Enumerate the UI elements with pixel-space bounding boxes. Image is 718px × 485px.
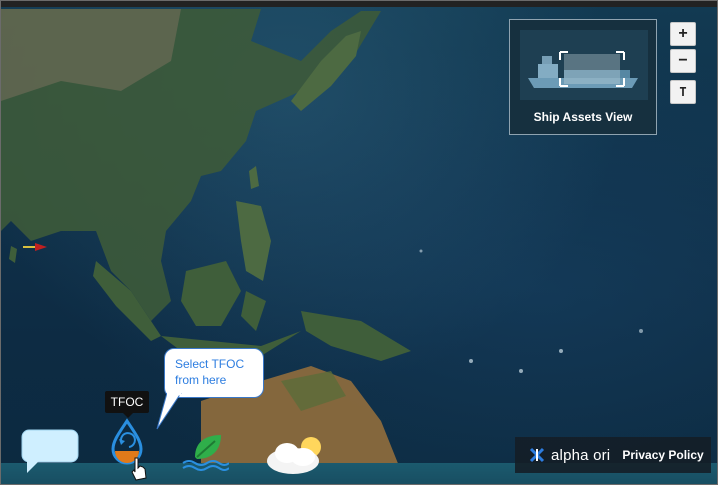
brand-logo-text: alpha ori bbox=[551, 446, 611, 464]
ship-assets-label: Ship Assets View bbox=[533, 110, 633, 124]
zoom-in-button[interactable]: + bbox=[670, 22, 696, 46]
privacy-policy-link[interactable]: Privacy Policy bbox=[622, 448, 703, 462]
hand-cursor-icon bbox=[131, 457, 147, 481]
tfoc-tooltip: TFOC bbox=[105, 391, 149, 418]
weather-icon[interactable] bbox=[263, 435, 329, 477]
ship-icon bbox=[520, 30, 648, 100]
callout-text: Select TFOC from here bbox=[175, 357, 245, 387]
ship-marker-icon bbox=[23, 243, 47, 251]
brand-footer: alpha ori Privacy Policy bbox=[515, 437, 711, 473]
chat-icon[interactable] bbox=[19, 427, 81, 477]
leaf-water-icon[interactable] bbox=[181, 431, 229, 471]
ship-assets-view-card[interactable]: Ship Assets View bbox=[509, 19, 657, 135]
select-tfoc-callout: Select TFOC from here bbox=[164, 348, 264, 398]
tfoc-tooltip-label: TFOC bbox=[110, 395, 144, 409]
alpha-ori-logo-icon bbox=[529, 447, 545, 463]
top-strip bbox=[1, 1, 717, 7]
callout-pointer bbox=[156, 393, 182, 430]
app-frame: Ship Assets View + − T Select TFOC from … bbox=[0, 0, 718, 485]
zoom-out-button[interactable]: − bbox=[670, 49, 696, 73]
toggle-button[interactable]: T bbox=[670, 80, 696, 104]
